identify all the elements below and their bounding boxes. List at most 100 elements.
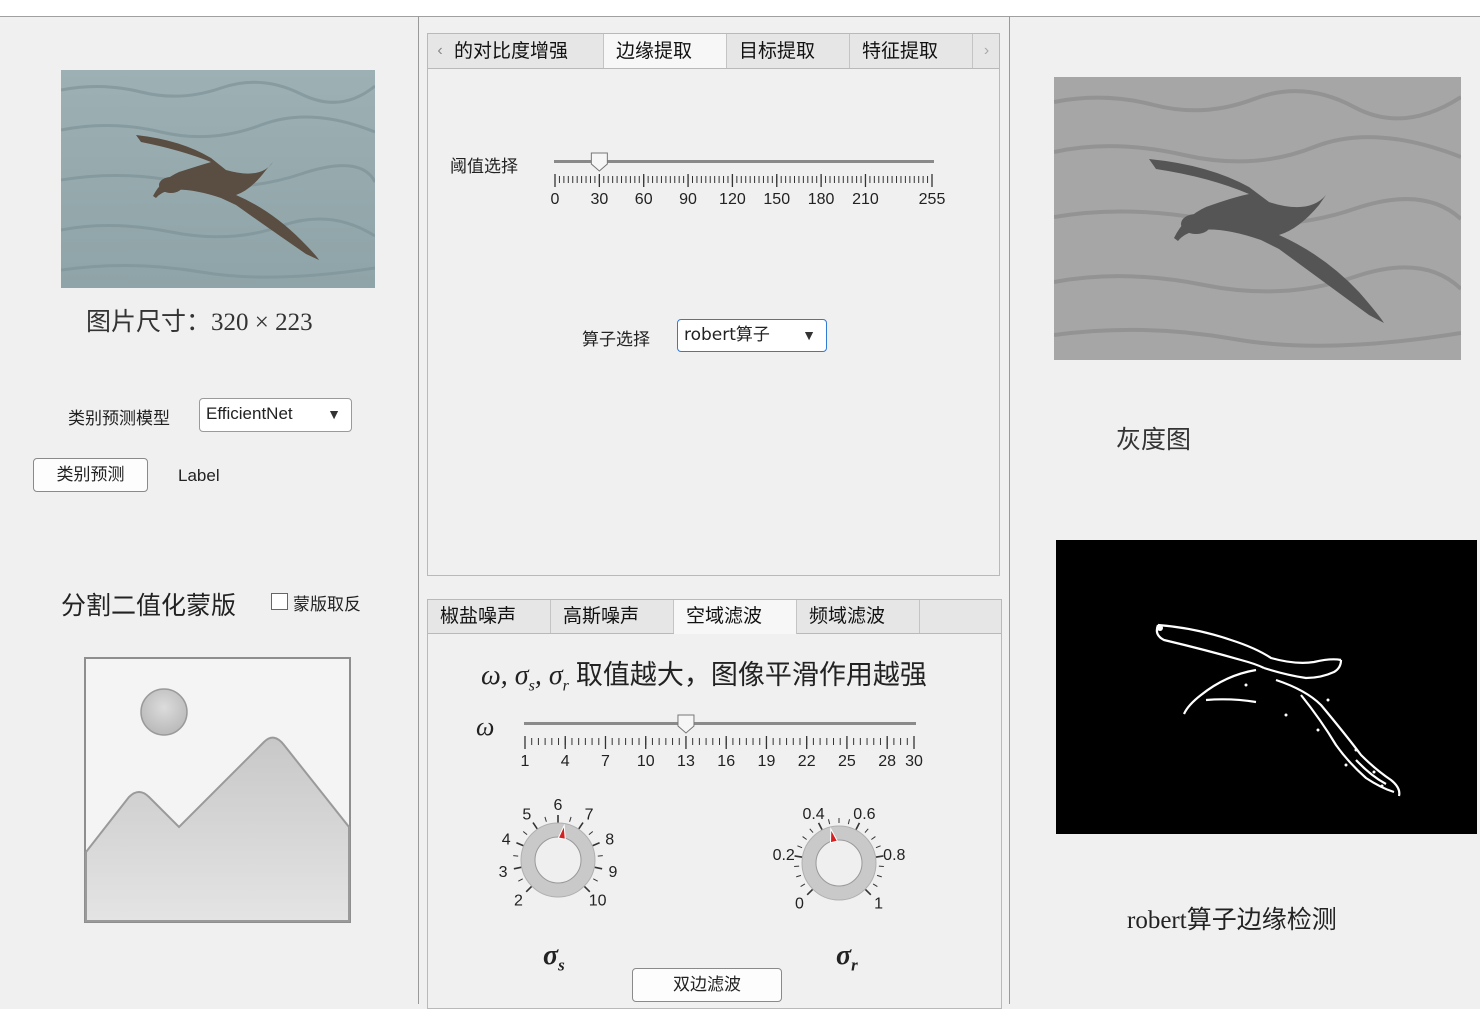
predict-button[interactable]: 类别预测 xyxy=(33,458,148,492)
threshold-slider[interactable]: 0306090120150180210255 xyxy=(554,150,934,220)
image-placeholder-icon xyxy=(84,657,351,923)
sigma-r-minor-tick xyxy=(877,875,882,877)
sigma-s-minor-tick xyxy=(570,817,571,822)
tab-salt-pepper[interactable]: 椒盐噪声 xyxy=(428,600,551,633)
edge-panel xyxy=(427,33,1000,576)
threshold-tick-label: 150 xyxy=(763,191,790,209)
tab-edge[interactable]: 边缘提取 xyxy=(604,34,727,68)
omega-tick-label: 7 xyxy=(601,753,610,771)
tab-contrast[interactable]: 的对比度增强 xyxy=(442,34,604,68)
omega-tick-label: 19 xyxy=(758,753,776,771)
sigma-r-minor-tick xyxy=(848,819,849,824)
omega-tick-label: 10 xyxy=(637,753,655,771)
sigma-r-minor-tick xyxy=(871,837,875,840)
sigma-s-major-tick xyxy=(516,843,523,846)
threshold-tick-label: 255 xyxy=(919,191,946,209)
sigma-r-major-tick xyxy=(795,856,803,857)
sigma-r-minor-tick xyxy=(801,884,805,887)
tab-target[interactable]: 目标提取 xyxy=(727,34,850,68)
threshold-slider-track xyxy=(554,150,934,190)
sigma-s-tick-label: 4 xyxy=(502,832,511,849)
sigma-r-minor-tick xyxy=(876,846,881,848)
window-top-bar xyxy=(0,0,1480,17)
sigma-s-minor-tick xyxy=(589,831,593,834)
sigma-s-tick-label: 8 xyxy=(605,832,614,849)
omega-tick-label: 25 xyxy=(838,753,856,771)
bilateral-filter-button[interactable]: 双边滤波 xyxy=(632,968,782,1002)
operator-dropdown-value: robert算子 xyxy=(684,325,770,345)
threshold-tick-label: 180 xyxy=(808,191,835,209)
omega-tick-label: 22 xyxy=(798,753,816,771)
sigma-r-minor-tick xyxy=(865,829,868,833)
sigma-r-major-tick xyxy=(856,823,860,830)
sigma-r-tick-label: 0.4 xyxy=(802,806,824,823)
mask-title: 分割二值化蒙版 xyxy=(61,586,236,622)
invert-mask-checkbox[interactable] xyxy=(271,593,288,610)
tab-frequency-filter[interactable]: 频域滤波 xyxy=(797,600,920,633)
sigma-r-label: σr xyxy=(836,940,858,976)
sigma-s-label: σs xyxy=(543,940,565,976)
right-divider xyxy=(1009,16,1010,1004)
threshold-tick-label: 60 xyxy=(635,191,653,209)
sigma-s-major-tick xyxy=(579,823,583,830)
threshold-thumb[interactable] xyxy=(591,153,607,171)
sigma-r-tick-label: 0.8 xyxy=(883,847,905,864)
original-bird-image xyxy=(61,70,375,288)
chevron-down-icon: ▼ xyxy=(327,399,341,429)
model-label: 类别预测模型 xyxy=(68,404,170,429)
threshold-rail xyxy=(554,160,934,163)
tab-feature[interactable]: 特征提取 xyxy=(850,34,973,68)
omega-slider[interactable]: 1471013161922252830 xyxy=(524,712,916,782)
operator-dropdown[interactable]: robert算子 ▼ xyxy=(677,319,827,352)
sigma-s-tick-label: 9 xyxy=(608,864,617,881)
sigma-r-major-tick xyxy=(807,889,813,895)
left-divider xyxy=(418,16,419,1004)
sigma-r-tick-label: 1 xyxy=(874,896,883,913)
predict-result-label: Label xyxy=(178,466,220,486)
sigma-r-knob[interactable]: 00.20.40.60.81 xyxy=(754,796,924,926)
sigma-s-minor-tick xyxy=(523,831,527,834)
omega-tick-label: 16 xyxy=(717,753,735,771)
sigma-s-tick-label: 5 xyxy=(522,806,531,823)
threshold-tick-label: 30 xyxy=(590,191,608,209)
sigma-s-major-tick xyxy=(594,867,602,869)
sigma-r-minor-tick xyxy=(828,819,829,824)
sigma-r-major-tick xyxy=(865,889,871,895)
omega-tick-label: 4 xyxy=(561,753,570,771)
top-tabbar: ‹ 的对比度增强 边缘提取 目标提取 特征提取 › xyxy=(428,34,999,69)
sigma-r-tick-label: 0.2 xyxy=(773,847,795,864)
sigma-s-major-tick xyxy=(584,886,590,892)
omega-slider-track xyxy=(524,712,916,752)
sigma-s-tick-label: 7 xyxy=(585,806,594,823)
sigma-s-tick-label: 3 xyxy=(499,864,508,881)
invert-mask-label: 蒙版取反 xyxy=(293,590,361,615)
sigma-s-minor-tick xyxy=(518,879,522,881)
operator-label: 算子选择 xyxy=(582,325,650,350)
sigma-r-minor-tick xyxy=(803,837,807,840)
bottom-tabbar: 椒盐噪声 高斯噪声 空域滤波 频域滤波 xyxy=(428,600,1001,634)
sigma-s-tick-label: 10 xyxy=(589,893,607,910)
sigma-r-tick-label: 0.6 xyxy=(853,806,875,823)
sigma-r-minor-tick xyxy=(810,829,813,833)
tab-gaussian[interactable]: 高斯噪声 xyxy=(551,600,674,633)
image-size-label: 图片尺寸：320 × 223 xyxy=(86,302,313,338)
tab-spatial-filter[interactable]: 空域滤波 xyxy=(674,600,797,634)
omega-thumb[interactable] xyxy=(678,715,694,733)
sigma-r-minor-tick xyxy=(873,884,877,887)
threshold-tick-label: 0 xyxy=(551,191,560,209)
omega-tick-label: 1 xyxy=(521,753,530,771)
sigma-s-tick-label: 6 xyxy=(554,797,563,814)
sigma-r-major-tick xyxy=(819,823,823,830)
grayscale-image xyxy=(1054,77,1461,360)
sigma-s-cap[interactable] xyxy=(535,837,581,883)
chevron-down-icon: ▼ xyxy=(802,320,816,350)
omega-label: ω xyxy=(476,712,494,742)
sigma-s-major-tick xyxy=(514,867,522,869)
sigma-r-minor-tick xyxy=(797,846,802,848)
sigma-s-knob[interactable]: 23 45 6 78 910 xyxy=(486,790,631,925)
model-dropdown[interactable]: EfficientNet ▼ xyxy=(199,398,352,432)
sigma-s-tick-label: 2 xyxy=(514,893,523,910)
chevron-right-icon[interactable]: › xyxy=(974,34,999,68)
sigma-s-major-tick xyxy=(592,843,599,846)
sigma-r-cap[interactable] xyxy=(816,840,862,886)
